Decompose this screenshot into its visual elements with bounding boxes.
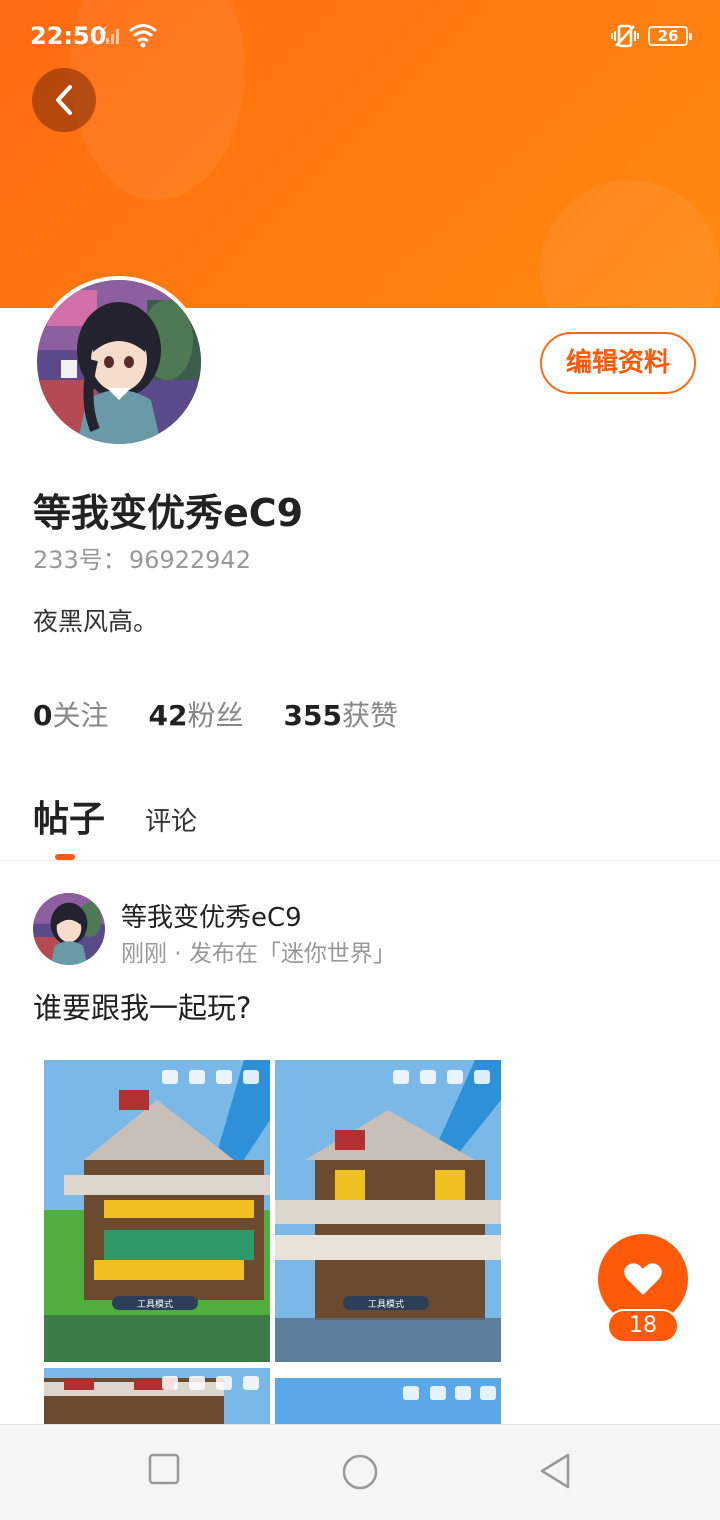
circle-nav-icon[interactable] [341,1453,379,1491]
avatar[interactable] [33,276,205,448]
signal-icon: × [98,24,119,44]
tab-comments[interactable]: 评论 [145,801,197,842]
profile-id: 233号：96922942 [33,540,251,575]
status-time: 22:50 [30,22,107,50]
post-text[interactable]: 谁要跟我一起玩? [33,985,251,1027]
post-author-name[interactable]: 等我变优秀eC9 [121,897,302,934]
profile-username: 等我变优秀eC9 [33,491,304,535]
profile-bio: 夜黑风高。 [33,607,159,636]
profile-stats: 0关注 42粉丝 355获赞 [33,694,438,734]
post-image[interactable]: 工具模式 [44,1060,270,1362]
stat-label: 获赞 [341,699,398,732]
stat-followers[interactable]: 42粉丝 [149,694,244,734]
banner-decoration [540,180,720,308]
image-caption: 工具模式 [137,1298,173,1310]
heart-icon [624,1263,662,1295]
square-nav-icon[interactable] [148,1453,180,1485]
profile-id-value: 96922942 [128,546,251,574]
profile-tabs: 帖子 评论 [33,790,197,860]
stat-label: 关注 [52,699,109,732]
post-author-avatar[interactable] [33,893,105,965]
stat-likes[interactable]: 355获赞 [283,694,397,734]
tab-posts[interactable]: 帖子 [33,790,105,860]
battery-indicator: 26 [648,26,692,46]
status-bar: 22:50 × 26 [0,0,720,72]
profile-id-label: 233号： [33,546,127,574]
back-button[interactable] [32,68,96,132]
stat-following[interactable]: 0关注 [33,694,109,734]
like-count: 18 [607,1309,679,1343]
stat-value: 42 [148,699,188,732]
triangle-back-icon[interactable] [538,1453,572,1489]
stat-label: 粉丝 [187,699,244,732]
post-image[interactable]: 工具模式 [275,1060,501,1362]
post-meta: 刚刚 · 发布在「迷你世界」 [121,941,396,967]
svg-text:×: × [98,24,108,37]
back-arrow-icon [56,85,72,115]
stat-value: 0 [33,699,53,732]
vibrate-icon [611,24,639,48]
system-nav-bar [0,1424,720,1520]
wifi-icon [129,24,157,48]
stat-value: 355 [283,699,342,732]
edit-profile-button[interactable]: 编辑资料 [540,332,696,394]
image-caption: 工具模式 [368,1298,404,1310]
tab-divider [0,860,720,861]
